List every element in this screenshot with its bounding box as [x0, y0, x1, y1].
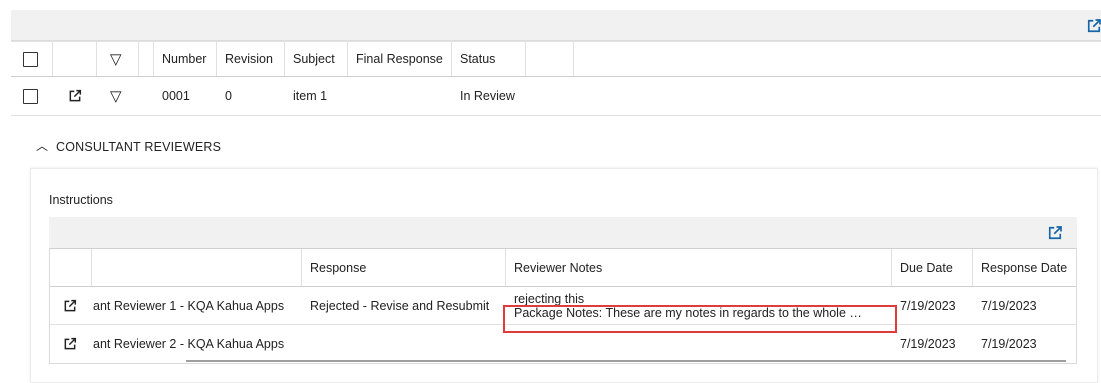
select-all-cell	[11, 42, 53, 76]
column-header-number[interactable]: Number	[154, 42, 217, 76]
row-select-cell	[11, 77, 53, 115]
cell-revision: 0	[225, 89, 232, 103]
row-open-cell	[50, 325, 92, 363]
cell-due-date: 7/19/2023	[900, 298, 956, 313]
cell-subject: item 1	[293, 89, 328, 103]
consultant-reviewers-toggle[interactable]: ︿ CONSULTANT REVIEWERS	[36, 138, 221, 155]
column-header-response[interactable]: Response	[302, 249, 506, 286]
chevron-up-icon: ︿	[36, 139, 49, 153]
column-header-reviewer[interactable]	[92, 249, 302, 286]
cell-status: In Review	[460, 89, 515, 103]
cell-reviewer: ant Reviewer 1 - KQA Kahua Apps	[93, 298, 285, 313]
cell-reviewer: ant Reviewer 2 - KQA Kahua Apps	[93, 337, 285, 351]
external-link-icon[interactable]	[62, 298, 78, 314]
popout-icon[interactable]	[1085, 17, 1101, 35]
header-icon-cell	[50, 249, 92, 286]
reviewers-grid-header: Response Reviewer Notes Due Date Respons…	[50, 249, 1076, 287]
column-header-response-date[interactable]: Response Date	[973, 249, 1076, 286]
cell-reviewer-notes	[506, 325, 892, 363]
outer-grid: ▽ Number Revision Subject Final Response…	[11, 41, 1101, 116]
header-spacer-cell	[139, 42, 154, 76]
notes-line: rejecting this	[514, 291, 585, 306]
cell-response-date: 7/19/2023	[981, 298, 1037, 313]
row-expand-cell: ▽	[97, 77, 139, 115]
column-header-status[interactable]: Status	[452, 42, 526, 76]
outer-grid-header: ▽ Number Revision Subject Final Response…	[11, 41, 1101, 77]
outer-grid-toolbar	[11, 10, 1101, 41]
column-header-reviewer-notes[interactable]: Reviewer Notes	[506, 249, 892, 286]
inner-grid-toolbar	[49, 217, 1077, 249]
cell-response-date: 7/19/2023	[981, 337, 1037, 351]
column-header-due-date[interactable]: Due Date	[892, 249, 973, 286]
row-spacer-cell	[139, 77, 154, 115]
cell-number: 0001	[162, 89, 190, 103]
instructions-label: Instructions	[49, 193, 113, 207]
table-row[interactable]: ▽ 0001 0 item 1 In Review	[11, 77, 1101, 116]
row-open-cell	[53, 77, 97, 115]
cell-response	[302, 325, 506, 363]
header-filter-cell: ▽	[97, 42, 139, 76]
row-open-cell	[50, 287, 92, 324]
header-blank-cell	[53, 42, 97, 76]
column-header-revision[interactable]: Revision	[217, 42, 285, 76]
filter-triangle-icon[interactable]: ▽	[110, 52, 122, 67]
page: ▽ Number Revision Subject Final Response…	[0, 0, 1101, 383]
header-extra-cell	[526, 42, 574, 76]
expand-triangle-icon[interactable]: ▽	[110, 89, 122, 104]
select-all-checkbox[interactable]	[23, 51, 38, 67]
table-row[interactable]: ant Reviewer 2 - KQA Kahua Apps 7/19/202…	[50, 325, 1076, 363]
cell-response: Rejected - Revise and Resubmit	[310, 298, 490, 313]
popout-icon[interactable]	[1046, 224, 1064, 242]
reviewers-grid: Response Reviewer Notes Due Date Respons…	[49, 248, 1077, 364]
table-row[interactable]: ant Reviewer 1 - KQA Kahua Apps Rejected…	[50, 287, 1076, 325]
row-checkbox[interactable]	[23, 88, 38, 104]
cell-due-date: 7/19/2023	[900, 337, 956, 351]
external-link-icon[interactable]	[62, 336, 78, 352]
column-header-subject[interactable]: Subject	[285, 42, 348, 76]
cell-final-response	[348, 77, 452, 115]
external-link-icon[interactable]	[67, 88, 83, 104]
column-header-final-response[interactable]: Final Response	[348, 42, 452, 76]
notes-line: Package Notes: These are my notes in reg…	[514, 305, 862, 320]
cell-reviewer-notes: rejecting this Package Notes: These are …	[506, 287, 892, 324]
horizontal-scrollbar[interactable]	[186, 360, 1066, 362]
section-title: CONSULTANT REVIEWERS	[56, 139, 222, 154]
